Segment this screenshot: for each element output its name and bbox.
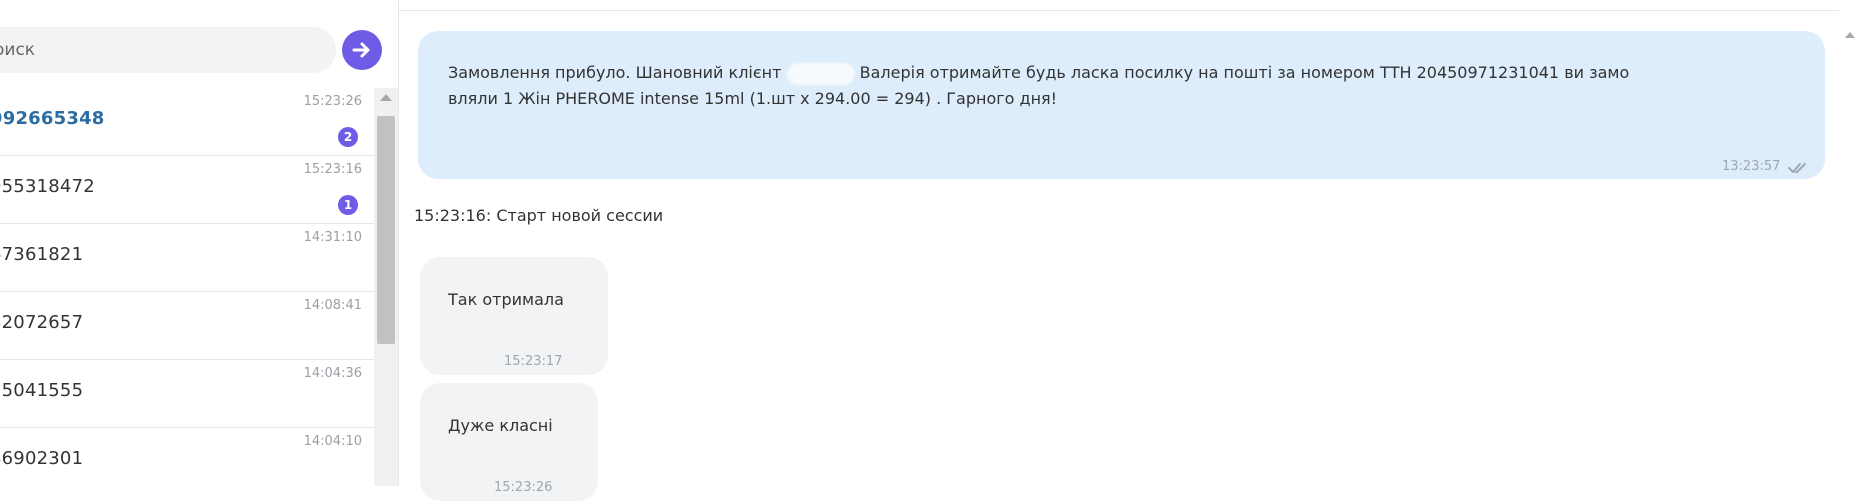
- chat-list-scrollbar[interactable]: [374, 88, 398, 486]
- incoming-message: Так отримала 15:23:17: [420, 257, 608, 375]
- message-text: Замовлення прибуло. Шановний клієнт Вале…: [448, 60, 1808, 112]
- chat-time: 15:23:26: [303, 94, 362, 109]
- chat-time: 14:04:36: [303, 366, 362, 381]
- scroll-up-arrow-icon[interactable]: [1845, 32, 1855, 38]
- chat-time: 14:08:41: [303, 298, 362, 313]
- double-check-icon: [1788, 163, 1806, 173]
- arrow-right-icon: [352, 42, 370, 58]
- chat-phone: 992665348: [0, 108, 105, 129]
- redacted-name: [786, 62, 855, 85]
- chat-phone: 955318472: [0, 176, 95, 197]
- scrollbar-thumb[interactable]: [377, 116, 395, 344]
- outgoing-message: Замовлення прибуло. Шановний клієнт Вале…: [418, 31, 1825, 179]
- message-time: 15:23:26: [494, 480, 553, 495]
- chat-phone: 82072657: [0, 312, 84, 333]
- message-text-part: Валерія отримайте будь ласка посилку на …: [859, 63, 1630, 82]
- search-row: [0, 0, 398, 88]
- message-text-part: Замовлення прибуло. Шановний клієнт: [448, 63, 782, 82]
- chat-list-item[interactable]: 35041555 14:04:36: [0, 360, 374, 428]
- search-box[interactable]: [0, 27, 336, 73]
- chat-list: 992665348 15:23:26 2 955318472 15:23:16 …: [0, 88, 374, 486]
- chat-time: 14:31:10: [303, 230, 362, 245]
- incoming-message: Дуже класні 15:23:26: [420, 383, 598, 501]
- chat-phone: 67361821: [0, 244, 84, 265]
- chat-list-item[interactable]: 955318472 15:23:16 1: [0, 156, 374, 224]
- chat-time: 14:04:10: [303, 434, 362, 449]
- chat-sidebar: 992665348 15:23:26 2 955318472 15:23:16 …: [0, 0, 399, 486]
- message-text: Так отримала: [448, 290, 564, 309]
- message-text: Дуже класні: [448, 416, 553, 435]
- chat-list-item[interactable]: 86902301 14:04:10: [0, 428, 374, 486]
- message-time: 15:23:17: [504, 354, 563, 369]
- unread-badge: 2: [338, 127, 358, 147]
- chat-phone: 86902301: [0, 448, 84, 469]
- chat-list-item[interactable]: 992665348 15:23:26 2: [0, 88, 374, 156]
- search-input[interactable]: [0, 27, 310, 73]
- chat-list-item[interactable]: 82072657 14:08:41: [0, 292, 374, 360]
- message-text-line2: вляли 1 Жін PHEROME intense 15ml (1.шт х…: [448, 89, 1058, 108]
- chat-list-item[interactable]: 67361821 14:31:10: [0, 224, 374, 292]
- header-divider: [399, 10, 1839, 11]
- message-time: 13:23:57: [1722, 159, 1781, 174]
- chat-pane: Замовлення прибуло. Шановний клієнт Вале…: [399, 0, 1858, 501]
- scroll-up-arrow-icon[interactable]: [380, 94, 392, 101]
- search-go-button[interactable]: [342, 30, 382, 70]
- chat-phone: 35041555: [0, 380, 84, 401]
- chat-time: 15:23:16: [303, 162, 362, 177]
- session-start-note: 15:23:16: Старт новой сессии: [414, 206, 664, 225]
- unread-badge: 1: [338, 195, 358, 215]
